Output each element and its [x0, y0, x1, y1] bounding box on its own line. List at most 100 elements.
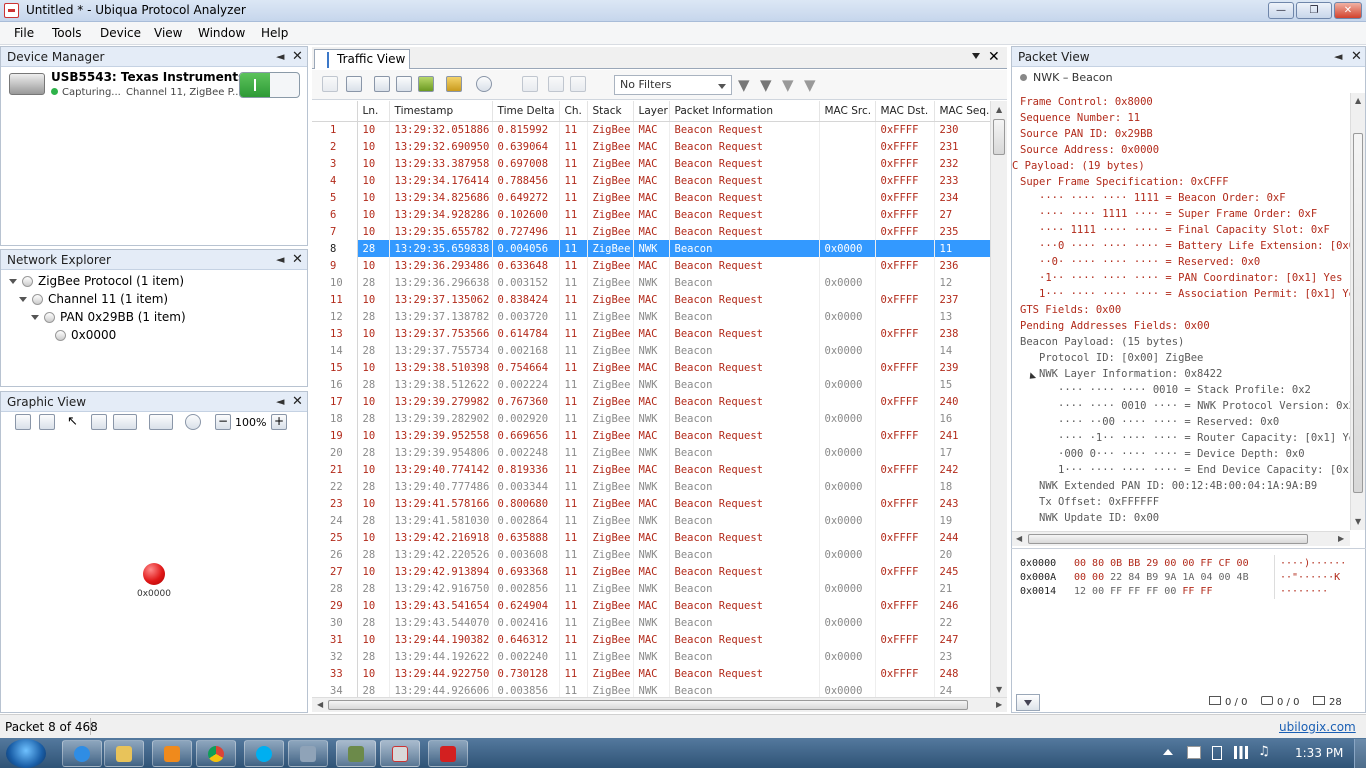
show-desktop-button[interactable] — [1354, 739, 1366, 768]
filter-add-icon[interactable]: ▼ — [760, 76, 772, 94]
hex-bytes[interactable]: 12 00 FF FF FF 00 FF FF — [1074, 586, 1212, 597]
pointer-icon[interactable]: ↖ — [67, 414, 83, 430]
table-row[interactable]: 23 10 13:29:41.578166 0.800680 11 ZigBee MAC Be… — [312, 495, 990, 512]
close-window-button[interactable]: ✕ — [1334, 2, 1362, 19]
table-row[interactable]: 7 10 13:29:35.655782 0.727496 11 ZigBee MAC Bea… — [312, 223, 990, 240]
table-row[interactable]: 9 10 13:29:36.293486 0.633648 11 ZigBee MAC Bea… — [312, 257, 990, 274]
table-row[interactable]: 3 10 13:29:33.387958 0.697008 11 ZigBee MAC Bea… — [312, 155, 990, 172]
table-row[interactable]: 5 10 13:29:34.825686 0.649272 11 ZigBee MAC Bea… — [312, 189, 990, 206]
traffic-horizontal-scrollbar[interactable]: ◀ ▶ — [312, 697, 1007, 712]
filter-edit-icon[interactable]: ▼ — [782, 76, 794, 94]
packet-field[interactable]: Super Frame Specification: 0xCFFF — [1020, 176, 1229, 188]
col-ln[interactable]: Ln. — [357, 101, 390, 122]
highlight-icon[interactable] — [446, 76, 462, 92]
expand-hex-button[interactable] — [1016, 694, 1040, 711]
minimize-button[interactable]: — — [1268, 2, 1294, 19]
packet-field[interactable]: NWK Extended PAN ID: 00:12:4B:00:04:1A:9… — [1039, 480, 1317, 492]
restore-button[interactable]: ❐ — [1296, 2, 1332, 19]
col-stack[interactable]: Stack — [587, 101, 634, 122]
table-row[interactable]: 17 10 13:29:39.279982 0.767360 11 ZigBee MAC Be… — [312, 393, 990, 410]
export-icon[interactable] — [396, 76, 412, 92]
tree-item-zigbee-protocol[interactable]: ZigBee Protocol (1 item) — [9, 274, 184, 288]
start-button[interactable] — [6, 739, 46, 768]
packet-field[interactable]: 1··· ···· ···· ···· = End Device Capacit… — [1058, 464, 1351, 476]
table-row[interactable]: 19 10 13:29:39.952558 0.669656 11 ZigBee MAC Be… — [312, 427, 990, 444]
hex-bytes[interactable]: 00 80 0B BB 29 00 00 FF CF 00 — [1074, 558, 1249, 569]
table-row[interactable]: 20 28 13:29:39.954806 0.002248 11 ZigBee NWK Be… — [312, 444, 990, 461]
taskbar-ie[interactable] — [62, 740, 102, 767]
close-icon[interactable]: ✕ — [1351, 49, 1362, 64]
taskbar-chrome[interactable] — [196, 740, 236, 767]
power-icon[interactable] — [1212, 746, 1222, 760]
taskbar-skype[interactable] — [244, 740, 284, 767]
bookmark-icon[interactable] — [522, 76, 538, 92]
filter-select[interactable]: No Filters — [614, 75, 732, 95]
pin-icon[interactable]: ◄ — [276, 253, 286, 266]
packet-field[interactable]: Pending Addresses Fields: 0x00 — [1020, 320, 1210, 332]
col-layer[interactable]: Layer — [633, 101, 670, 122]
copy-icon[interactable] — [346, 76, 362, 92]
table-row[interactable]: 10 28 13:29:36.296638 0.003152 11 ZigBee NWK Be… — [312, 274, 990, 291]
table-row[interactable]: 32 28 13:29:44.192622 0.002240 11 ZigBee NWK Be… — [312, 648, 990, 665]
table-row[interactable]: 12 28 13:29:37.138782 0.003720 11 ZigBee NWK Be… — [312, 308, 990, 325]
packet-field[interactable]: ···· ···· ···· 0010 = Stack Profile: 0x2 — [1058, 384, 1311, 396]
table-row[interactable]: 26 28 13:29:42.220526 0.003608 11 ZigBee NWK Be… — [312, 546, 990, 563]
packet-field[interactable]: Source PAN ID: 0x29BB — [1020, 128, 1153, 140]
volume-icon[interactable]: ♫ — [1258, 744, 1270, 759]
table-row[interactable]: 1 10 13:29:32.051886 0.815992 11 ZigBee MAC Bea… — [312, 121, 990, 138]
table-row[interactable]: 2 10 13:29:32.690950 0.639064 11 ZigBee MAC Bea… — [312, 138, 990, 155]
packet-field[interactable]: Frame Control: 0x8000 — [1020, 96, 1153, 108]
next-icon[interactable] — [570, 76, 586, 92]
close-icon[interactable]: ✕ — [292, 394, 303, 409]
scroll-up-icon[interactable]: ▲ — [1355, 96, 1361, 105]
table-row[interactable]: 18 28 13:29:39.282902 0.002920 11 ZigBee NWK Be… — [312, 410, 990, 427]
packet-field[interactable]: ···· ···· 1111 ···· = Super Frame Order:… — [1039, 208, 1317, 220]
scroll-right-icon[interactable]: ▶ — [1338, 534, 1344, 543]
action-center-icon[interactable] — [1187, 746, 1201, 759]
packet-field[interactable]: ··0· ···· ···· ···· = Reserved: 0x0 — [1039, 256, 1260, 268]
table-row[interactable]: 29 10 13:29:43.541654 0.624904 11 ZigBee MAC Be… — [312, 597, 990, 614]
table-row[interactable]: 27 10 13:29:42.913894 0.693368 11 ZigBee MAC Be… — [312, 563, 990, 580]
table-row[interactable]: 6 10 13:29:34.928286 0.102600 11 ZigBee MAC Bea… — [312, 206, 990, 223]
expand-icon[interactable] — [9, 279, 17, 284]
pin-icon[interactable]: ◄ — [276, 395, 286, 408]
graph-node-coordinator[interactable] — [143, 563, 165, 585]
table-row[interactable]: 4 10 13:29:34.176414 0.788456 11 ZigBee MAC Bea… — [312, 172, 990, 189]
taskbar-media-player[interactable] — [152, 740, 192, 767]
scroll-thumb[interactable] — [1028, 534, 1308, 544]
hex-bytes[interactable]: 00 00 22 84 B9 9A 1A 04 00 4B — [1074, 572, 1249, 583]
zoom-icon[interactable] — [185, 414, 201, 430]
col-mac-seq[interactable]: MAC Seq. — [934, 101, 990, 122]
col-mac-src[interactable]: MAC Src. — [819, 101, 876, 122]
packet-field[interactable]: NWK Layer Information: 0x8422 — [1039, 368, 1222, 380]
filter-icon[interactable]: ▼ — [738, 76, 750, 94]
scroll-right-icon[interactable]: ▶ — [996, 700, 1002, 709]
menu-tools[interactable]: Tools — [52, 26, 82, 40]
table-row[interactable]: 14 28 13:29:37.755734 0.002168 11 ZigBee NWK Be… — [312, 342, 990, 359]
magnet-icon[interactable] — [91, 414, 107, 430]
table-row[interactable]: 11 10 13:29:37.135062 0.838424 11 ZigBee MAC Be… — [312, 291, 990, 308]
scroll-thumb[interactable] — [993, 119, 1005, 155]
packet-field[interactable]: NWK Update ID: 0x00 — [1039, 512, 1159, 524]
col-channel[interactable]: Ch. — [559, 101, 588, 122]
scroll-up-icon[interactable]: ▲ — [996, 105, 1002, 114]
network-icon[interactable] — [1234, 746, 1248, 759]
menu-help[interactable]: Help — [261, 26, 288, 40]
settings-gear-icon[interactable] — [476, 76, 492, 92]
table-row[interactable]: 15 10 13:29:38.510398 0.754664 11 ZigBee MAC Be… — [312, 359, 990, 376]
taskbar-tools[interactable] — [288, 740, 328, 767]
package-icon[interactable] — [418, 76, 434, 92]
taskbar-tools-active[interactable] — [336, 740, 376, 767]
tab-dropdown-icon[interactable] — [972, 53, 980, 59]
tree-item-node[interactable]: 0x0000 — [55, 328, 116, 342]
table-row[interactable]: 30 28 13:29:43.544070 0.002416 11 ZigBee NWK Be… — [312, 614, 990, 631]
packet-field[interactable]: Tx Offset: 0xFFFFFF — [1039, 496, 1159, 508]
pin-icon[interactable]: ◄ — [276, 50, 286, 63]
table-row[interactable]: 34 28 13:29:44.926606 0.003856 11 ZigBee NWK Be… — [312, 682, 990, 697]
menu-window[interactable]: Window — [198, 26, 245, 40]
zoom-in-button[interactable]: + — [271, 414, 287, 430]
packet-field[interactable]: ···0 ···· ···· ···· = Battery Life Exten… — [1039, 240, 1351, 252]
table-row[interactable]: 31 10 13:29:44.190382 0.646312 11 ZigBee MAC Be… — [312, 631, 990, 648]
layout-icon[interactable] — [113, 414, 137, 430]
taskbar-explorer[interactable] — [104, 740, 144, 767]
